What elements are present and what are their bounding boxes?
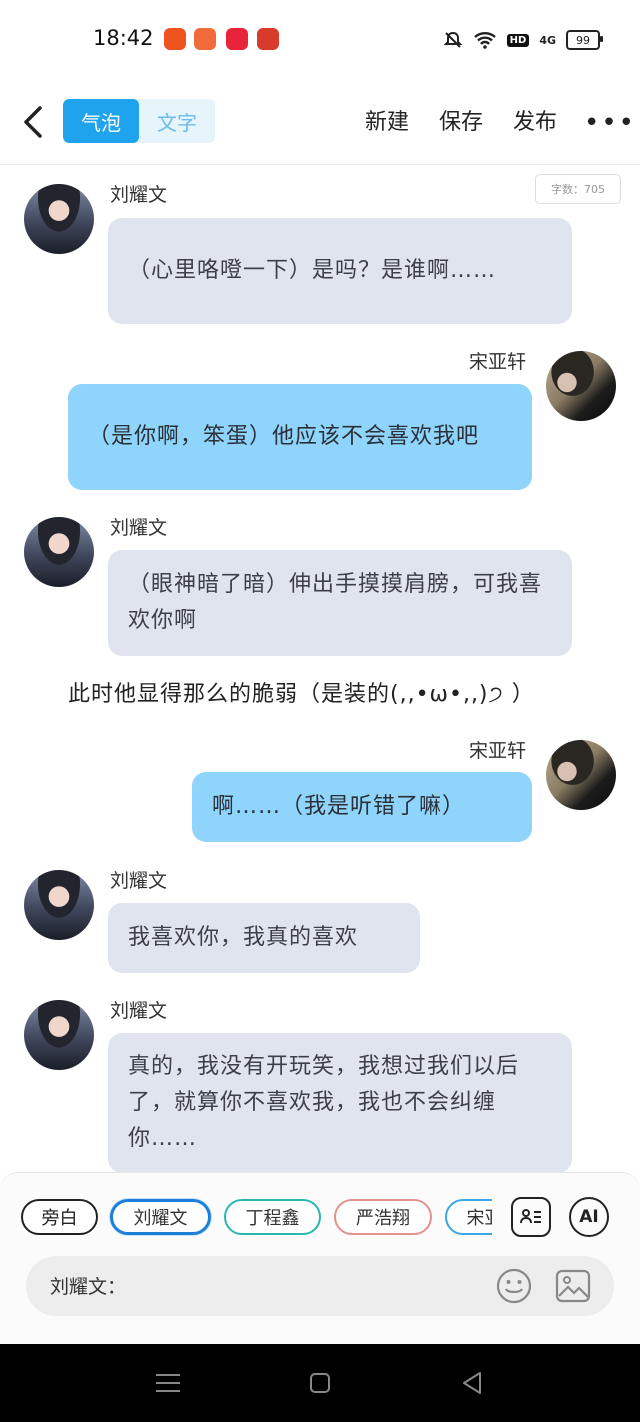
hd-badge: HD bbox=[506, 33, 530, 47]
avatar-song-yaxuan[interactable] bbox=[546, 351, 616, 421]
speaker-name: 刘耀文 bbox=[110, 870, 168, 892]
role-chip-narrator[interactable]: 旁白 bbox=[21, 1199, 98, 1235]
wifi-icon bbox=[473, 32, 496, 49]
app-notification-icon-4 bbox=[257, 28, 279, 50]
avatar-song-yaxuan[interactable] bbox=[546, 740, 616, 810]
message-bubble[interactable]: （眼神暗了暗）伸出手摸摸肩膀，可我喜欢你啊 bbox=[108, 550, 572, 656]
role-chip-clip: 宋亚轩 bbox=[440, 1195, 492, 1239]
status-bar: 18:42 HD 4G 99 bbox=[0, 0, 640, 80]
role-chip-ding-chengxin[interactable]: 丁程鑫 bbox=[224, 1199, 321, 1235]
save-button[interactable]: 保存 bbox=[439, 104, 483, 136]
speaker-name: 刘耀文 bbox=[110, 517, 168, 539]
battery-icon: 99 bbox=[566, 30, 603, 50]
message-text: 真的，我没有开玩笑，我想过我们以后了，就算你不喜欢我，我也不会纠缠你…… bbox=[128, 1054, 520, 1151]
new-button[interactable]: 新建 bbox=[365, 104, 409, 136]
role-chip-song-yaxuan[interactable]: 宋亚轩 bbox=[445, 1199, 492, 1235]
message-text: 我喜欢你，我真的喜欢 bbox=[128, 925, 359, 950]
ai-button[interactable]: AI bbox=[569, 1197, 609, 1237]
app-notification-icon-3 bbox=[226, 28, 248, 50]
speaker-name: 刘耀文 bbox=[110, 184, 168, 206]
avatar-liu-yaowen[interactable] bbox=[24, 1000, 94, 1070]
back-arrow-icon[interactable] bbox=[18, 102, 54, 142]
home-icon[interactable] bbox=[305, 1368, 335, 1398]
message-text: （心里咯噔一下）是吗？是谁啊…… bbox=[128, 258, 497, 283]
message-bubble[interactable]: 真的，我没有开玩笑，我想过我们以后了，就算你不喜欢我，我也不会纠缠你…… bbox=[108, 1033, 572, 1173]
status-time: 18:42 bbox=[93, 26, 154, 50]
word-count: 字数：705 bbox=[535, 174, 621, 204]
narration-text[interactable]: 此时他显得那么的脆弱（是装的(,,•ω•,,)੭ ） bbox=[68, 676, 535, 708]
app-notification-icon-1 bbox=[164, 28, 186, 50]
role-card-icon bbox=[520, 1209, 541, 1224]
tab-bubble[interactable]: 气泡 bbox=[63, 99, 139, 143]
avatar-liu-yaowen[interactable] bbox=[24, 870, 94, 940]
more-menu-button[interactable]: ••• bbox=[584, 108, 636, 138]
back-nav-icon[interactable] bbox=[458, 1368, 488, 1398]
tab-text[interactable]: 文字 bbox=[139, 99, 215, 143]
speaker-name: 宋亚轩 bbox=[469, 740, 527, 762]
speaker-name: 宋亚轩 bbox=[469, 351, 527, 373]
avatar-liu-yaowen[interactable] bbox=[24, 184, 94, 254]
message-text: 啊……（我是听错了嘛） bbox=[212, 794, 466, 819]
system-icons: HD 4G 99 bbox=[443, 27, 603, 53]
message-bubble[interactable]: 啊……（我是听错了嘛） bbox=[192, 772, 532, 842]
app-notification-icon-2 bbox=[194, 28, 216, 50]
image-icon[interactable] bbox=[555, 1268, 591, 1304]
role-card-button[interactable] bbox=[511, 1197, 551, 1237]
message-text: （眼神暗了暗）伸出手摸摸肩膀，可我喜欢你啊 bbox=[128, 572, 543, 633]
emoji-icon[interactable] bbox=[496, 1268, 532, 1304]
message-text: （是你啊，笨蛋）他应该不会喜欢我吧 bbox=[88, 424, 480, 449]
network-indicator: 4G bbox=[539, 33, 556, 47]
publish-button[interactable]: 发布 bbox=[513, 104, 557, 136]
message-bubble[interactable]: （心里咯噔一下）是吗？是谁啊…… bbox=[108, 218, 572, 324]
menu-icon[interactable] bbox=[153, 1368, 183, 1398]
message-bubble[interactable]: （是你啊，笨蛋）他应该不会喜欢我吧 bbox=[68, 384, 532, 490]
mode-toggle: 气泡 文字 bbox=[63, 99, 215, 143]
avatar-liu-yaowen[interactable] bbox=[24, 517, 94, 587]
message-bubble[interactable]: 我喜欢你，我真的喜欢 bbox=[108, 903, 420, 973]
input-speaker-prefix: 刘耀文： bbox=[50, 1276, 127, 1298]
speaker-name: 刘耀文 bbox=[110, 1000, 168, 1022]
battery-level: 99 bbox=[576, 33, 590, 47]
role-chip-liu-yaowen[interactable]: 刘耀文 bbox=[110, 1199, 211, 1235]
mute-bell-icon bbox=[443, 31, 463, 48]
role-chip-yan-haoxiang[interactable]: 严浩翔 bbox=[334, 1199, 432, 1235]
